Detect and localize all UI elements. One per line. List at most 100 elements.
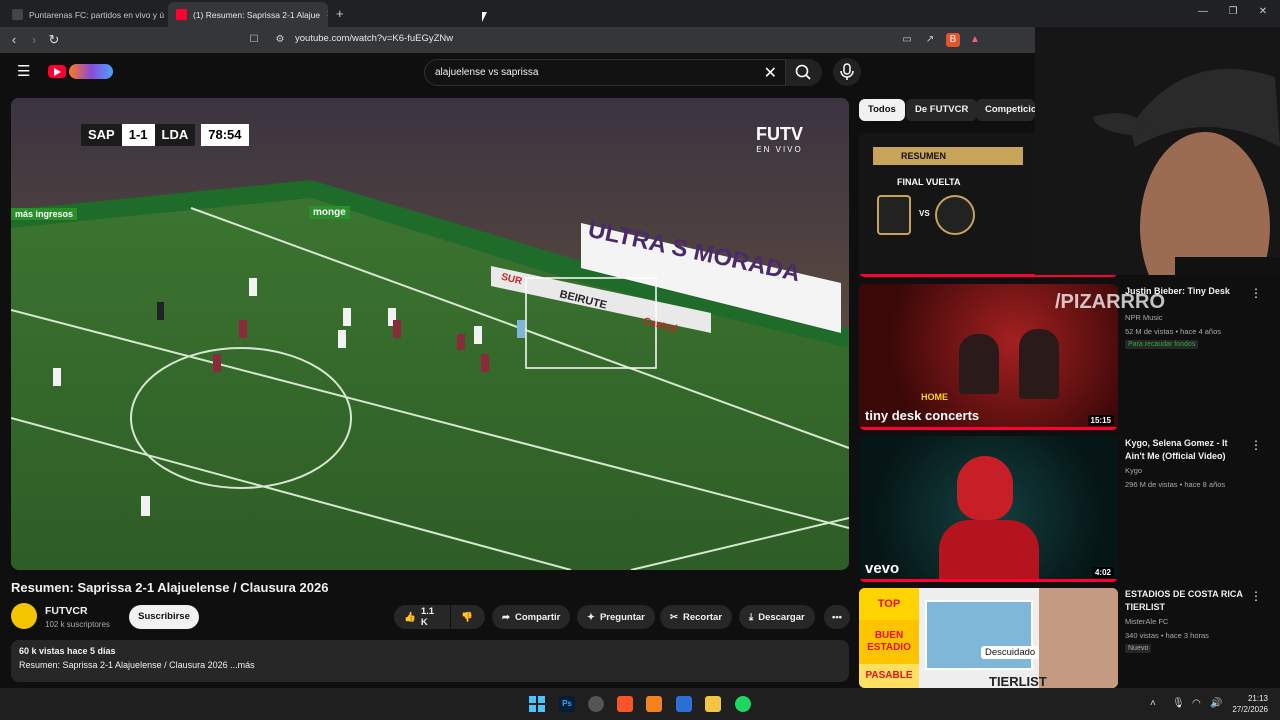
performer-figure: [959, 334, 999, 394]
chip-competicion[interactable]: Competicio: [976, 99, 1035, 121]
back-icon[interactable]: ‹: [6, 32, 22, 48]
subscriber-count: 102 k suscriptores: [45, 620, 110, 629]
photoshop-icon[interactable]: Ps: [559, 696, 575, 712]
thumbs-down-icon: 👎: [461, 611, 473, 623]
vevo-logo: vevo: [865, 560, 900, 577]
spotify-icon[interactable]: [735, 696, 751, 712]
clip-button[interactable]: ✂ Recortar: [660, 605, 733, 629]
related-channel-4[interactable]: MisterAle FC: [1125, 617, 1168, 626]
more-actions-button[interactable]: •••: [824, 605, 850, 629]
mouse-cursor: [482, 12, 487, 22]
bookmark-icon[interactable]: ☐: [247, 33, 261, 47]
browser-tab-puntarenas[interactable]: Puntarenas FC: partidos en vivo y últ: [4, 2, 164, 27]
chevron-up-icon[interactable]: ˄: [1150, 698, 1156, 709]
related-title-4[interactable]: ESTADIOS DE COSTA RICA TIERLIST: [1125, 588, 1247, 614]
reload-icon[interactable]: ↻: [46, 32, 62, 48]
store-icon[interactable]: [676, 696, 692, 712]
related-channel-2[interactable]: NPR Music: [1125, 313, 1163, 322]
brave-shield-icon[interactable]: B: [946, 33, 960, 47]
video-player[interactable]: ULTRA S MORADA más ingresos monge SUR BE…: [11, 98, 849, 570]
related-title-3[interactable]: Kygo, Selena Gomez - It Ain't Me (Offici…: [1125, 437, 1247, 463]
match-clock: 78:54: [201, 124, 249, 146]
search-button[interactable]: [786, 59, 822, 86]
like-button[interactable]: 👍 1.1 K: [394, 605, 450, 629]
sparkle-icon: ✦: [587, 611, 595, 623]
related-meta-4: 340 vistas • hace 3 horas: [1125, 631, 1209, 640]
more-vertical-icon[interactable]: ⋮: [1250, 286, 1262, 300]
brave-icon[interactable]: [617, 696, 633, 712]
clear-search-icon[interactable]: ✕: [764, 63, 777, 83]
download-button[interactable]: ⤓ Descargar: [739, 605, 815, 629]
voice-search-button[interactable]: [833, 58, 861, 86]
site-settings-icon[interactable]: ⚙: [273, 33, 287, 47]
scissors-icon: ✂: [670, 611, 678, 623]
share-arrow-icon: ➦: [502, 611, 510, 623]
share-icon[interactable]: ↗: [923, 33, 937, 47]
tier-buen-estadio: BUEN ESTADIO: [859, 620, 919, 664]
file-explorer-icon[interactable]: [705, 696, 721, 712]
chip-de-futvcr[interactable]: De FUTVCR: [906, 99, 978, 121]
red-jacket: [939, 520, 1039, 582]
windows-start-icon[interactable]: [529, 696, 545, 712]
restore-icon[interactable]: ❐: [1224, 6, 1242, 17]
more-vertical-icon[interactable]: ⋮: [1250, 589, 1262, 603]
related-thumbnail-4[interactable]: TOP BUEN ESTADIO PASABLE Descuidado TIER…: [859, 588, 1118, 688]
fl-studio-icon[interactable]: [646, 696, 662, 712]
channel-avatar[interactable]: [11, 603, 37, 629]
watch-progress-bar: [859, 427, 1118, 430]
mic-tray-icon[interactable]: 🎙: [1172, 698, 1185, 709]
thumb-label-resumen: RESUMEN: [873, 147, 1023, 165]
close-tab-icon[interactable]: ✕: [326, 9, 328, 20]
more-horizontal-icon: •••: [832, 611, 842, 623]
more-vertical-icon[interactable]: ⋮: [1250, 438, 1262, 452]
dislike-button[interactable]: 👎: [451, 605, 485, 629]
browser-tab-youtube[interactable]: (1) Resumen: Saprissa 2-1 Alajue ✕: [168, 2, 328, 27]
channel-name[interactable]: FUTVCR: [45, 605, 88, 617]
search-icon: [795, 64, 811, 80]
close-window-icon[interactable]: ✕: [1254, 6, 1272, 17]
description-box[interactable]: 60 k vistas hace 5 días Resumen: Sapriss…: [11, 640, 849, 682]
related-thumbnail-3[interactable]: vevo 4:02: [859, 436, 1118, 582]
watch-progress-bar: [859, 579, 1118, 582]
related-channel-3[interactable]: Kygo: [1125, 466, 1142, 475]
forward-icon[interactable]: ›: [26, 32, 42, 48]
tier-pasable: PASABLE: [859, 664, 919, 688]
cast-icon[interactable]: ▭: [900, 33, 914, 47]
wifi-icon[interactable]: ◠: [1192, 698, 1201, 709]
thumb-home-text: HOME: [921, 392, 948, 402]
streamer-webcam: [1035, 27, 1280, 275]
chip-todos[interactable]: Todos: [859, 99, 905, 121]
ask-button[interactable]: ✦ Preguntar: [577, 605, 655, 629]
home-team: SAP: [81, 124, 122, 146]
ad-board-text: más ingresos: [11, 208, 78, 220]
video-title: Resumen: Saprissa 2-1 Alajuelense / Clau…: [11, 580, 329, 595]
webcam-overlay-text: /PIZARRRO: [1055, 291, 1165, 313]
new-badge: Nuevo: [1125, 644, 1152, 653]
subscribe-button[interactable]: Suscribirse: [129, 605, 199, 629]
mic-icon: [840, 63, 854, 80]
browser-toolbar: ‹ › ↻ ☐ ⚙ youtube.com/watch?v=K6-fuEGyZN…: [0, 27, 1035, 53]
new-tab-button[interactable]: +: [336, 6, 344, 21]
system-clock[interactable]: 21:13 27/2/2026: [1232, 693, 1268, 715]
red-helmet: [957, 456, 1013, 520]
share-button[interactable]: ➦ Compartir: [492, 605, 571, 629]
match-footage: [11, 98, 849, 570]
thumbs-up-icon: 👍: [404, 611, 416, 623]
download-icon: ⤓: [749, 611, 754, 623]
address-bar[interactable]: youtube.com/watch?v=K6-fuEGyZNw: [295, 33, 453, 44]
minimize-icon[interactable]: —: [1194, 6, 1212, 17]
broadcaster-logo: FUTV EN VIVO: [756, 124, 803, 154]
volume-icon[interactable]: 🔊: [1210, 698, 1222, 709]
ad-board-monge: monge: [309, 206, 350, 219]
search-input[interactable]: alajuelense vs saprissa ✕: [424, 59, 786, 86]
doodle-logo[interactable]: [69, 64, 113, 79]
stadium-image: [925, 600, 1033, 670]
menu-icon[interactable]: ☰: [17, 64, 30, 79]
views-date: 60 k vistas hace 5 días: [19, 646, 116, 656]
youtube-logo[interactable]: [48, 65, 66, 78]
webcam-overlay: [1035, 27, 1280, 275]
creator-face: [1039, 588, 1118, 688]
description-text: Resumen: Saprissa 2-1 Alajuelense / Clau…: [19, 660, 255, 670]
obs-icon[interactable]: [588, 696, 604, 712]
brave-rewards-icon[interactable]: ▲: [968, 33, 982, 47]
